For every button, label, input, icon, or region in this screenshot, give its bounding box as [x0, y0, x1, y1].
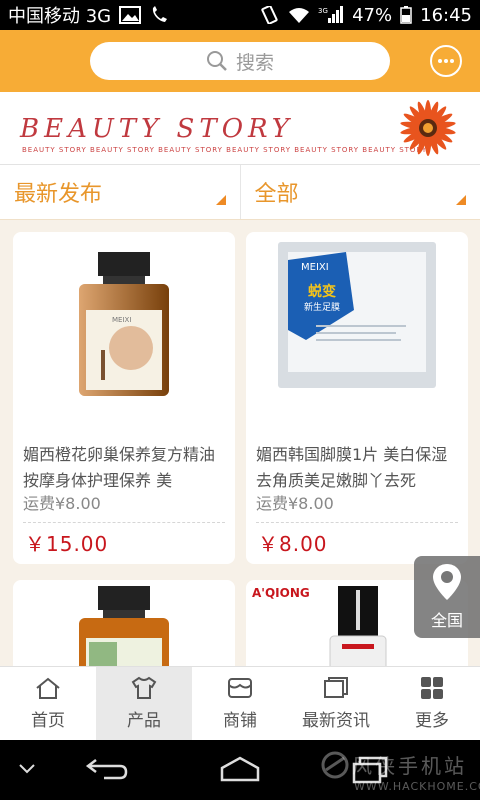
foot-mask-pack-image: MEIXI 蜕变 新生足膜	[278, 242, 436, 388]
flower-icon	[400, 100, 456, 156]
product-grid: MEIXI 媚西橙花卵巢保养复方精油 按摩身体护理保养 美 运费¥8.00 ￥1…	[0, 220, 480, 666]
battery-percent: 47%	[352, 4, 393, 26]
oil-bottle-image	[79, 586, 169, 666]
news-icon	[324, 677, 348, 698]
banner-subtitle: BEAUTY STORY BEAUTY STORY BEAUTY STORY B…	[22, 146, 428, 154]
banner[interactable]: BEAUTY STORY BEAUTY STORY BEAUTY STORY B…	[0, 92, 480, 164]
pack-title: 蜕变	[308, 283, 336, 300]
bottle-brand: MEIXI	[112, 316, 131, 324]
chat-bubble-icon[interactable]	[430, 45, 462, 77]
product-name: 媚西韩国脚膜1片 美白保湿去角质美足嫩脚丫去死	[256, 445, 448, 490]
network-type: 3G	[318, 7, 328, 15]
vibrate-icon	[258, 4, 280, 25]
battery-icon	[400, 6, 412, 24]
banner-title: BEAUTY STORY	[20, 114, 294, 144]
product-shipping: 运费¥8.00	[23, 490, 101, 514]
watermark-url: WWW.HACKHOME.COM	[354, 780, 480, 793]
filter-all[interactable]: 全部	[239, 165, 480, 219]
tab-news[interactable]: 最新资讯	[288, 667, 384, 740]
bottom-tab-bar: 首页 产品 商铺 最新资讯 更多	[0, 666, 480, 740]
pack-subtitle: 新生足膜	[304, 301, 340, 313]
status-bar: 中国移动 3G 3G 47% 16:45	[0, 0, 480, 30]
missed-call-icon	[149, 6, 171, 24]
shirt-icon	[131, 676, 157, 699]
search-input[interactable]: 搜索	[90, 42, 390, 80]
dropdown-triangle-icon	[456, 195, 466, 205]
wifi-icon	[288, 6, 310, 24]
filter-all-label: 全部	[254, 182, 299, 207]
shop-icon	[228, 678, 252, 698]
image-notification-icon	[119, 6, 142, 24]
tab-home-label: 首页	[31, 711, 65, 731]
home-nav-icon[interactable]	[214, 754, 266, 784]
product-image: MEIXI	[13, 250, 235, 400]
tab-more-label: 更多	[415, 711, 449, 731]
product-image: MEIXI 蜕变 新生足膜	[246, 240, 468, 400]
watermark-name: 风侠手机站	[352, 754, 467, 778]
filter-latest-label: 最新发布	[14, 182, 103, 207]
map-pin-icon	[433, 564, 461, 600]
product-card[interactable]: MEIXI 蜕变 新生足膜 媚西韩国脚膜1片 美白保湿去角质美足嫩脚丫去死 运费…	[246, 232, 468, 564]
product-price: ￥8.00	[258, 532, 328, 556]
tab-home[interactable]: 首页	[0, 667, 96, 740]
tab-news-label: 最新资讯	[302, 711, 370, 731]
tab-products-label: 产品	[127, 711, 161, 731]
dropdown-triangle-icon	[215, 195, 226, 205]
tab-shops-label: 商铺	[223, 711, 257, 731]
hide-keyboard-icon[interactable]	[18, 762, 36, 776]
filter-bar: 最新发布 全部	[0, 164, 480, 220]
carrier-label: 中国移动 3G	[8, 6, 112, 27]
filter-latest[interactable]: 最新发布	[0, 165, 240, 219]
search-icon	[206, 51, 227, 71]
watermark: 风侠手机站 WWW.HACKHOME.COM	[318, 740, 480, 800]
product-card[interactable]: MEIXI 媚西橙花卵巢保养复方精油 按摩身体护理保养 美 运费¥8.00 ￥1…	[13, 232, 235, 564]
signal-icon: 3G	[318, 6, 344, 24]
pack-brand: MEIXI	[301, 262, 329, 273]
grid-icon	[421, 677, 443, 699]
home-icon	[36, 677, 60, 699]
card-divider	[23, 522, 225, 523]
product-price: ￥15.00	[25, 532, 109, 556]
search-placeholder: 搜索	[235, 51, 274, 74]
tab-more[interactable]: 更多	[384, 667, 480, 740]
clock: 16:45	[420, 4, 472, 26]
back-icon[interactable]	[84, 754, 130, 784]
product-shipping: 运费¥8.00	[256, 490, 334, 514]
card-divider	[256, 522, 458, 523]
location-filter-button[interactable]: 全国	[414, 556, 480, 638]
tab-shops[interactable]: 商铺	[192, 667, 288, 740]
tab-products[interactable]: 产品	[96, 667, 192, 740]
oil-bottle-image: MEIXI	[79, 252, 169, 396]
location-label: 全国	[430, 611, 463, 630]
product-name: 媚西橙花卵巢保养复方精油 按摩身体护理保养 美	[23, 445, 216, 490]
product-card[interactable]	[13, 580, 235, 666]
app-header: 搜索	[0, 30, 480, 92]
watermark-logo-icon	[321, 751, 349, 779]
